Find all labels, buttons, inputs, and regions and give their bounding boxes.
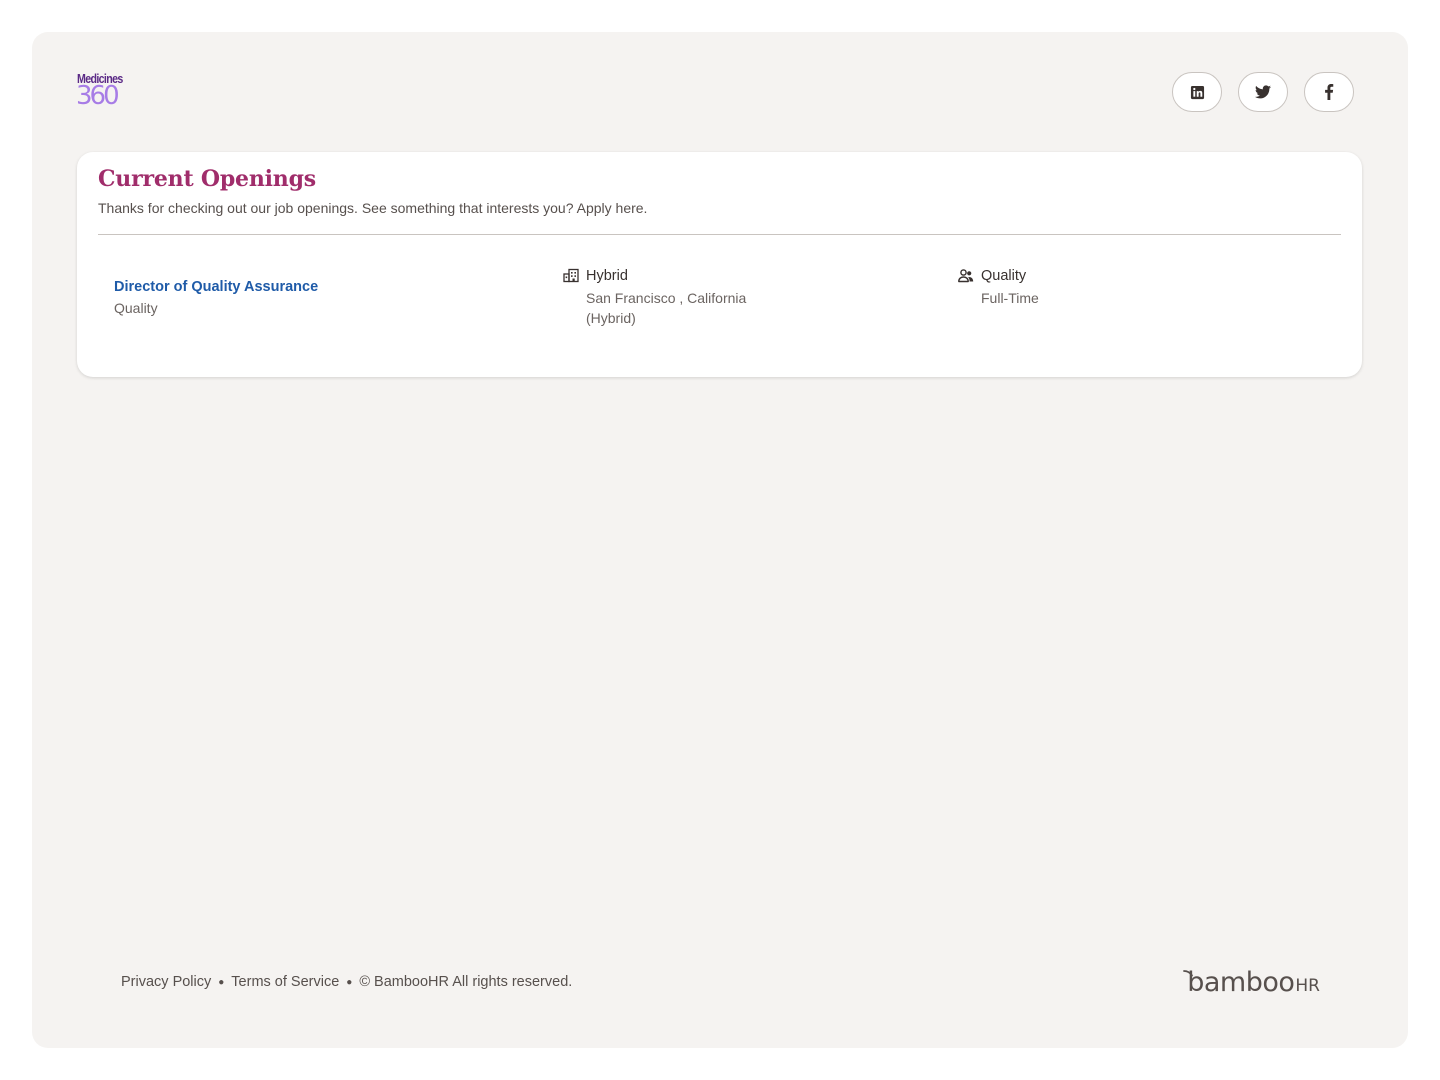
location-note: (Hybrid) xyxy=(586,310,636,326)
facebook-button[interactable] xyxy=(1304,72,1354,112)
openings-card: Current Openings Thanks for checking out… xyxy=(77,152,1362,377)
job-location-column: Hybrid San Francisco , California (Hybri… xyxy=(562,267,746,328)
page-container: Medicines 360 Current Openings Thanks fo… xyxy=(32,32,1408,1048)
linkedin-button[interactable] xyxy=(1172,72,1222,112)
job-team: Quality xyxy=(981,268,1027,284)
footer-links: Privacy Policy ● Terms of Service ● © Ba… xyxy=(121,974,572,990)
privacy-policy-link[interactable]: Privacy Policy xyxy=(121,974,211,990)
job-department: Quality xyxy=(114,300,158,316)
employment-type: Full-Time xyxy=(981,290,1039,306)
location-type: Hybrid xyxy=(586,268,628,284)
job-team-column: Quality Full-Time xyxy=(957,267,1039,308)
logo-number: 360 xyxy=(76,81,120,111)
divider xyxy=(98,234,1341,235)
page-subtitle: Thanks for checking out our job openings… xyxy=(98,200,648,216)
separator-dot: ● xyxy=(218,976,225,988)
separator-dot: ● xyxy=(346,976,353,988)
social-links xyxy=(1172,72,1354,112)
linkedin-icon xyxy=(1190,85,1204,99)
terms-of-service-link[interactable]: Terms of Service xyxy=(231,974,339,990)
page-title: Current Openings xyxy=(98,166,316,192)
company-logo[interactable]: Medicines 360 xyxy=(76,72,127,112)
bamboohr-logo[interactable]: bamboo HR xyxy=(1183,967,1320,998)
job-title-column: Director of Quality Assurance Quality xyxy=(114,279,318,316)
leaf-icon xyxy=(1183,970,1194,977)
job-title-link[interactable]: Director of Quality Assurance xyxy=(114,279,318,295)
twitter-button[interactable] xyxy=(1238,72,1288,112)
facebook-icon xyxy=(1325,84,1334,100)
users-icon xyxy=(958,269,974,283)
bamboohr-wordmark: bamboo xyxy=(1187,967,1295,998)
copyright-text: © BambooHR All rights reserved. xyxy=(359,974,573,990)
twitter-icon xyxy=(1255,85,1271,99)
job-location: San Francisco , California xyxy=(586,290,747,306)
bamboohr-suffix: HR xyxy=(1295,976,1320,996)
building-icon xyxy=(563,268,579,283)
